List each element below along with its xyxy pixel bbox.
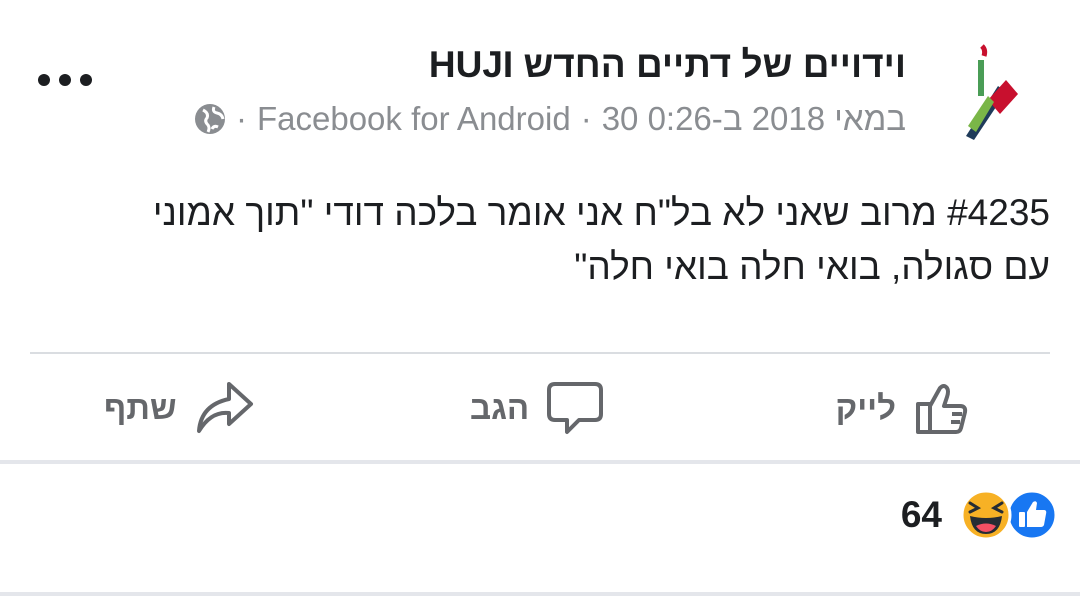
- dot: [80, 74, 92, 86]
- meta-separator: ·: [580, 100, 592, 137]
- divider: [0, 460, 1080, 464]
- like-reaction-icon: [1006, 489, 1058, 541]
- reaction-icons: [960, 489, 1058, 541]
- thumbs-up-icon: [916, 384, 968, 434]
- haha-icon: [960, 489, 1012, 541]
- reaction-count: 64: [900, 494, 942, 535]
- comment-bubble-icon: [547, 382, 604, 434]
- more-options-button[interactable]: [38, 60, 92, 100]
- facebook-post: וידויים של דתיים החדש HUJI 30 במאי 2018 …: [0, 0, 1080, 599]
- comment-label: הגב: [470, 389, 530, 426]
- post-text-line: עם סגולה, בואי חלה בואי חלה": [574, 246, 1050, 287]
- like-button[interactable]: לייק: [836, 372, 970, 444]
- post-text-line: #4235 מרוב שאני לא בל"ח אני אומר בלכה דו…: [152, 192, 1050, 233]
- divider: [30, 352, 1050, 354]
- post-source: Facebook for Android: [256, 100, 571, 137]
- meta-separator: ·: [235, 100, 247, 137]
- reactions-summary[interactable]: 64: [901, 488, 1058, 542]
- page-name[interactable]: וידויים של דתיים החדש HUJI: [429, 44, 906, 86]
- comment-button[interactable]: הגב: [470, 372, 604, 444]
- divider: [0, 592, 1080, 596]
- globe-icon: [194, 104, 225, 134]
- share-label: שתף: [104, 389, 177, 426]
- share-button[interactable]: שתף: [104, 372, 255, 444]
- dot: [38, 74, 50, 86]
- post-meta: 30 במאי 2018 ב-0:26 · Facebook for Andro…: [192, 100, 906, 138]
- share-arrow-icon: [196, 382, 253, 433]
- post-text: #4235 מרוב שאני לא בל"ח אני אומר בלכה דו…: [30, 186, 1050, 294]
- post-date[interactable]: 30 במאי 2018 ב-0:26: [602, 100, 906, 138]
- like-label: לייק: [835, 389, 896, 426]
- page-avatar[interactable]: [958, 40, 1028, 144]
- dot: [59, 74, 71, 86]
